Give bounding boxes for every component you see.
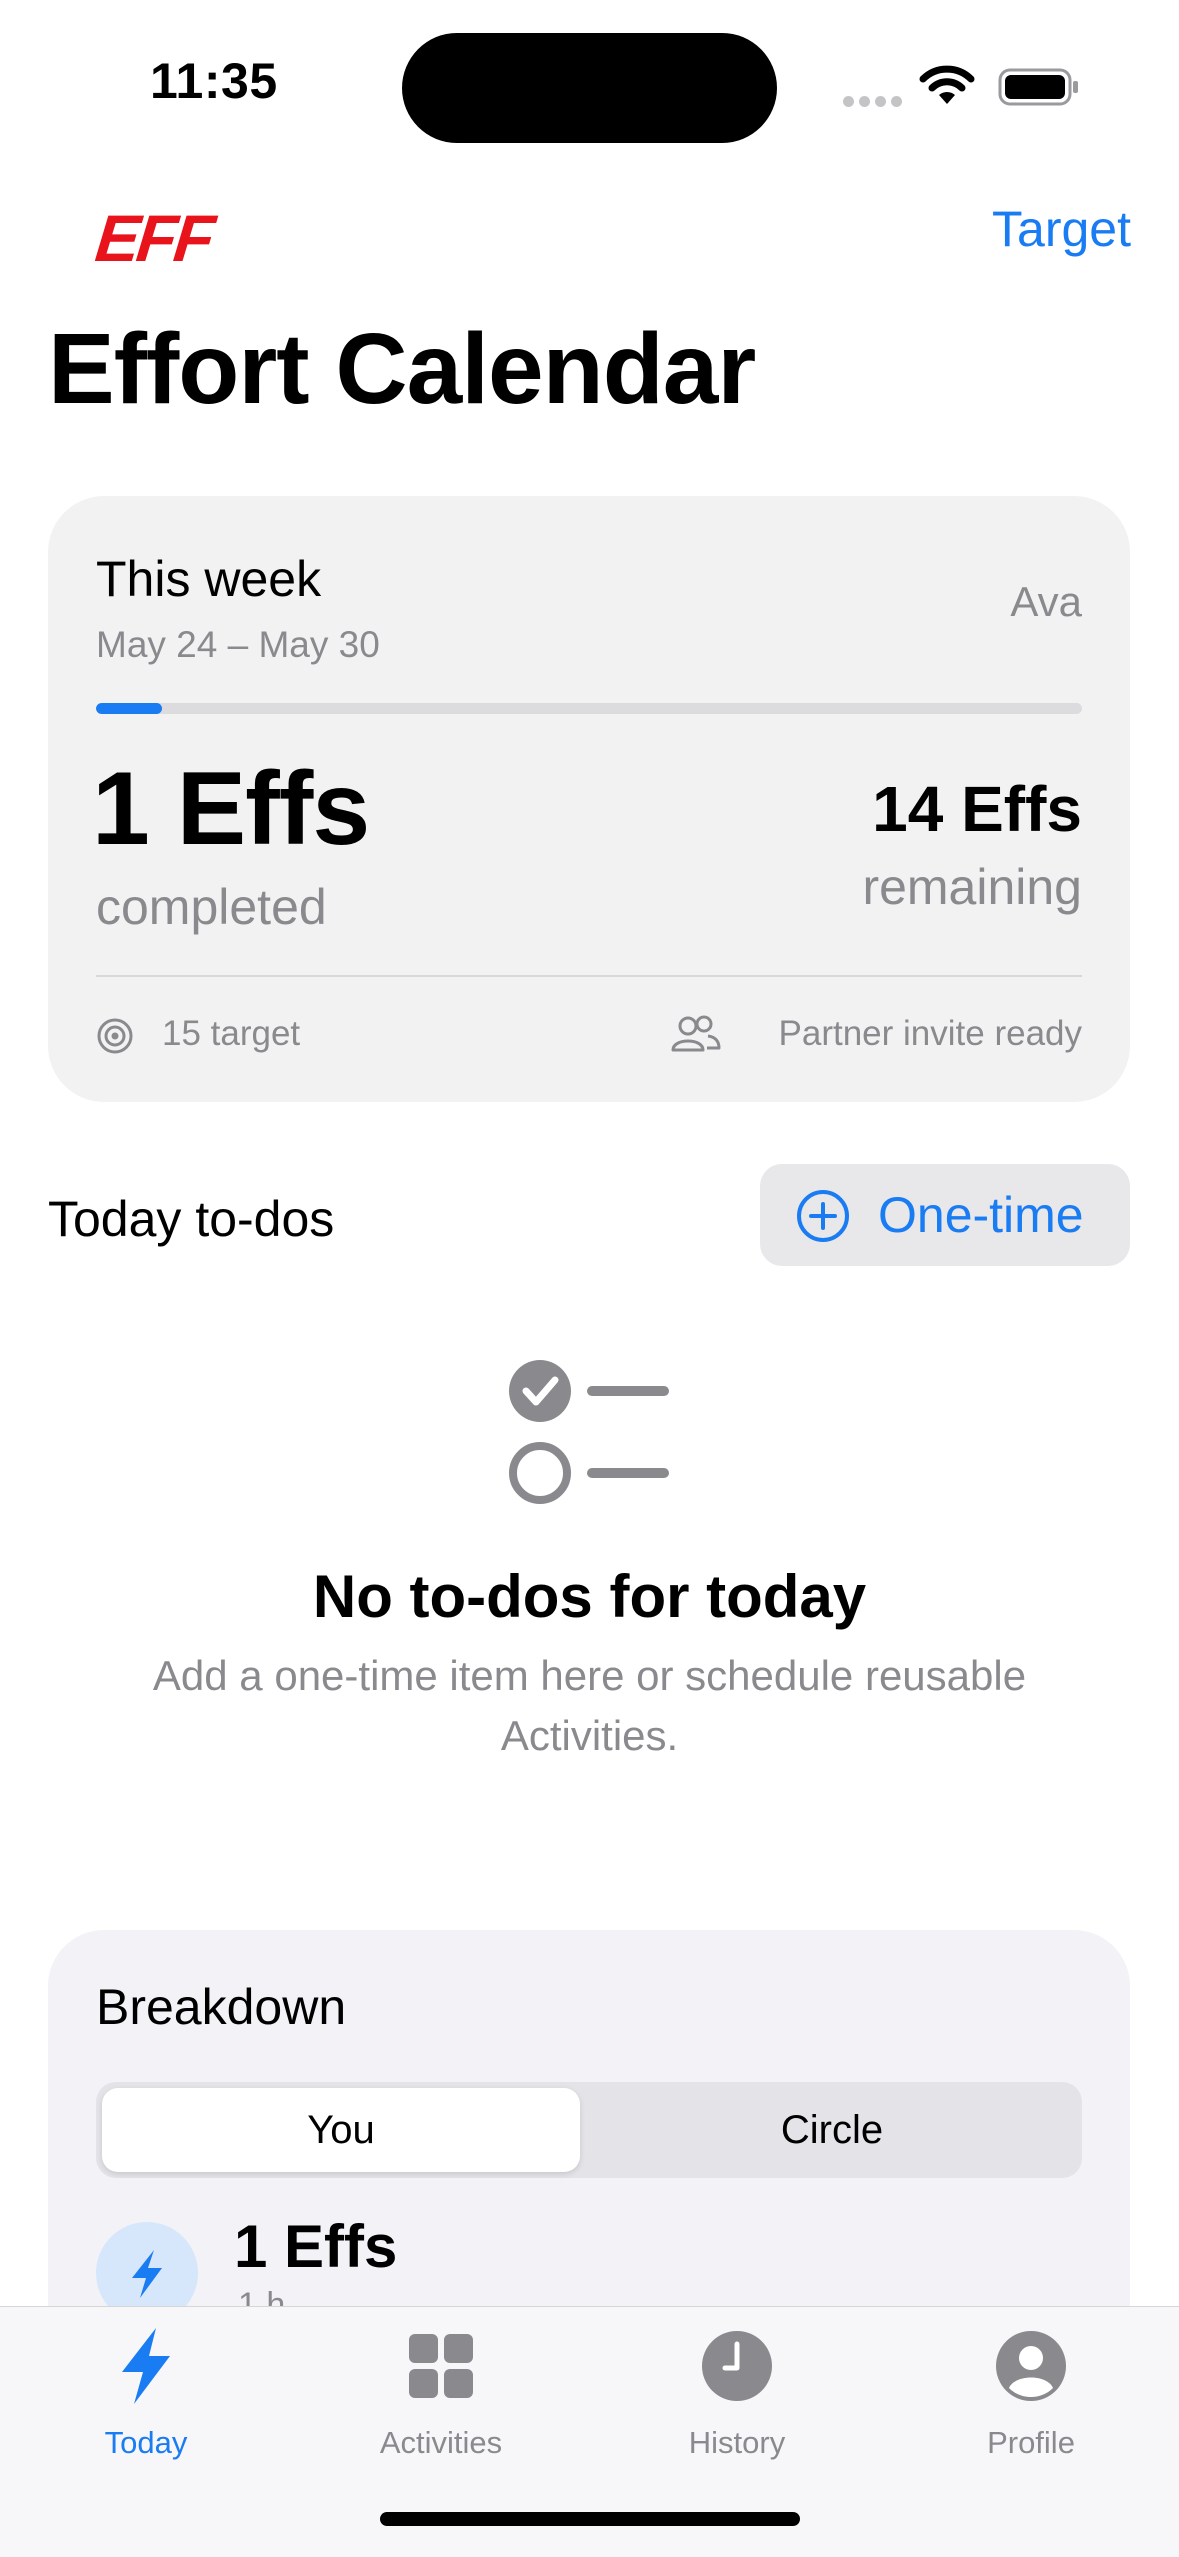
- cellular-signal-icon: [843, 94, 907, 112]
- partner-status: Partner invite ready: [778, 1014, 1082, 1053]
- empty-state-description: Add a one-time item here or schedule reu…: [152, 1652, 1027, 1759]
- page-title: Effort Calendar: [48, 313, 756, 425]
- tab-activities-label: Activities: [379, 2425, 503, 2460]
- home-indicator: [380, 2512, 800, 2526]
- week-progress-bar: [96, 703, 1082, 714]
- bolt-icon: [36, 2321, 256, 2411]
- person-icon: [921, 2321, 1141, 2411]
- tab-profile[interactable]: Profile: [921, 2321, 1141, 2461]
- checklist-icon: [505, 1356, 675, 1511]
- tab-activities[interactable]: Activities: [331, 2321, 551, 2461]
- target-icon: [96, 1017, 134, 1060]
- breakdown-value: 1 Effs: [234, 2213, 398, 2280]
- add-one-time-button[interactable]: One-time: [760, 1164, 1130, 1266]
- week-title: This week: [96, 551, 322, 607]
- week-summary-card: This week May 24 – May 30 Ava 1 Effs com…: [48, 496, 1130, 1102]
- dynamic-island: [402, 33, 777, 143]
- card-divider: [96, 975, 1082, 977]
- todos-section-title: Today to-dos: [48, 1191, 335, 1247]
- tab-profile-label: Profile: [987, 2425, 1075, 2460]
- user-name: Ava: [1010, 578, 1082, 625]
- grid-icon: [331, 2321, 551, 2411]
- partner-icon: [670, 1014, 722, 1059]
- breakdown-title: Breakdown: [96, 1979, 347, 2035]
- target-count: 15 target: [162, 1014, 301, 1053]
- plus-circle-icon: [796, 1189, 850, 1248]
- tab-history-label: History: [688, 2425, 786, 2460]
- status-time: 11:35: [150, 53, 278, 109]
- app-logo: EFF: [92, 201, 216, 275]
- battery-icon: [998, 68, 1080, 111]
- remaining-label: remaining: [862, 859, 1082, 915]
- segment-circle[interactable]: Circle: [588, 2088, 1076, 2172]
- completed-value: 1 Effs: [92, 751, 370, 867]
- week-progress-fill: [96, 703, 163, 714]
- breakdown-segmented-control: You Circle: [96, 2082, 1082, 2178]
- one-time-label: One-time: [878, 1187, 1084, 1243]
- empty-state-title: No to-dos for today: [312, 1563, 867, 1630]
- completed-label: completed: [96, 879, 327, 935]
- tab-today[interactable]: Today: [36, 2321, 256, 2461]
- week-date-range: May 24 – May 30: [96, 624, 380, 665]
- segment-you[interactable]: You: [102, 2088, 580, 2172]
- tab-today-label: Today: [104, 2425, 188, 2460]
- wifi-icon: [918, 64, 976, 113]
- remaining-value: 14 Effs: [872, 773, 1082, 845]
- target-button[interactable]: Target: [992, 200, 1131, 258]
- clock-icon: [627, 2321, 847, 2411]
- tab-history[interactable]: History: [627, 2321, 847, 2461]
- breakdown-card: Breakdown You Circle 1 Effs 1 h: [48, 1930, 1130, 2360]
